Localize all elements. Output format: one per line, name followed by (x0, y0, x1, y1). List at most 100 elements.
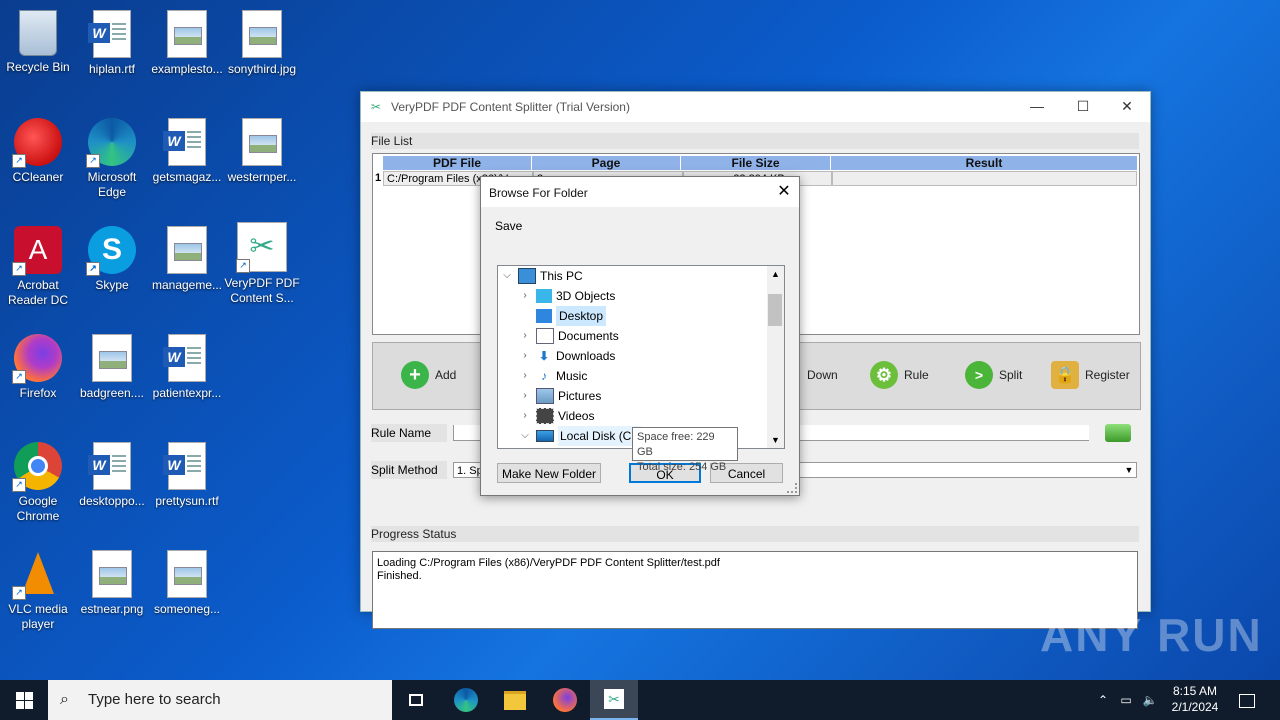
browse-folder-icon[interactable] (1105, 424, 1131, 442)
tree-item-local-disk[interactable]: ⌵ Local Disk (C:) (518, 426, 641, 446)
tree-item-desktop[interactable]: Desktop (518, 306, 607, 326)
file-list-label: File List (371, 133, 1139, 149)
desktop-icon-badgreen[interactable]: badgreen.... (74, 334, 150, 401)
desktop-icon-recycle-bin[interactable]: Recycle Bin (0, 10, 76, 75)
dialog-title-bar[interactable]: Browse For Folder ✕ (481, 177, 799, 207)
chevron-down-icon[interactable]: ⌵ (500, 266, 514, 286)
taskbar-file-explorer[interactable] (491, 680, 539, 720)
column-header-page[interactable]: Page (532, 156, 681, 170)
scroll-up-icon[interactable]: ▲ (767, 266, 784, 282)
volume-icon[interactable]: 🔈 (1140, 680, 1160, 720)
clock-date: 2/1/2024 (1171, 700, 1219, 714)
taskbar-firefox[interactable] (541, 680, 589, 720)
chrome-icon: ↗ (12, 442, 62, 492)
desktop-folder-icon (536, 309, 552, 323)
tree-scrollbar[interactable]: ▲ ▼ (767, 266, 784, 448)
word-document-icon: W (163, 118, 211, 166)
desktop-icon-chrome[interactable]: ↗ Google Chrome (0, 442, 76, 524)
tree-item-music[interactable]: › ♪ Music (518, 366, 587, 386)
desktop-icon-acrobat[interactable]: A ↗ Acrobat Reader DC (0, 226, 76, 308)
anyrun-watermark: ANY RUN (1040, 609, 1263, 661)
word-document-icon: W (88, 442, 136, 490)
desktop-icon-edge[interactable]: ↗ Microsoft Edge (74, 118, 150, 200)
computer-icon (518, 268, 536, 284)
tree-item-documents[interactable]: › Documents (518, 326, 619, 346)
chevron-right-icon[interactable]: › (518, 366, 532, 386)
column-header-pdf-file[interactable]: PDF File (383, 156, 532, 170)
dialog-title: Browse For Folder (489, 186, 588, 200)
desktop-icon-manageme[interactable]: manageme... (149, 226, 225, 293)
tree-item-this-pc[interactable]: ⌵ This PC (500, 266, 583, 286)
chevron-right-icon[interactable]: › (518, 386, 532, 406)
taskbar-edge[interactable] (442, 680, 490, 720)
shortcut-arrow-icon: ↗ (12, 586, 26, 600)
shortcut-arrow-icon: ↗ (86, 262, 100, 276)
tree-item-downloads[interactable]: › ⬇ Downloads (518, 346, 615, 366)
resize-grip-icon[interactable] (787, 483, 797, 493)
rule-button[interactable]: ⚙ Rule (870, 359, 929, 391)
add-button[interactable]: + Add (401, 359, 456, 391)
network-icon[interactable]: ▭ (1116, 680, 1136, 720)
down-button[interactable]: Down (807, 359, 838, 391)
dialog-close-button[interactable]: ✕ (773, 181, 795, 203)
folder-icon (504, 690, 526, 710)
register-button[interactable]: 🔒 Register (1051, 359, 1130, 391)
desktop-icon-vlc[interactable]: ↗ VLC media player (0, 550, 76, 632)
chevron-down-icon[interactable]: ⌵ (518, 426, 532, 446)
shortcut-arrow-icon: ↗ (236, 259, 250, 273)
minimize-button[interactable]: — (1014, 92, 1060, 122)
verypdf-splitter-icon: ✂ (604, 689, 624, 709)
tree-item-3d-objects[interactable]: › 3D Objects (518, 286, 615, 306)
desktop-icon-desktoppo[interactable]: W desktoppo... (74, 442, 150, 509)
chevron-right-icon[interactable]: › (518, 326, 532, 346)
tree-item-pictures[interactable]: › Pictures (518, 386, 601, 406)
desktop-icon-sonythird[interactable]: sonythird.jpg (224, 10, 300, 77)
make-new-folder-button[interactable]: Make New Folder (497, 463, 601, 483)
log-line: Finished. (377, 570, 422, 582)
chevron-right-icon[interactable]: › (518, 286, 532, 306)
desktop-icon-prettysun[interactable]: W prettysun.rtf (149, 442, 225, 509)
taskbar-verypdf[interactable]: ✂ (590, 680, 638, 720)
desktop-icon-estnear[interactable]: estnear.png (74, 550, 150, 617)
title-bar[interactable]: ✂ VeryPDF PDF Content Splitter (Trial Ve… (361, 92, 1150, 122)
desktop-icon-skype[interactable]: S ↗ Skype (74, 226, 150, 293)
desktop-icon-examplesto[interactable]: examplesto... (149, 10, 225, 77)
rule-name-label: Rule Name (371, 424, 447, 442)
image-file-icon (238, 10, 286, 58)
image-file-icon (163, 10, 211, 58)
taskbar-search-box[interactable]: ⌕ Type here to search (48, 680, 392, 720)
desktop-icon-someoneg[interactable]: someoneg... (149, 550, 225, 617)
column-header-result[interactable]: Result (831, 156, 1138, 170)
task-view-icon (409, 694, 423, 706)
maximize-button[interactable]: ☐ (1060, 92, 1106, 122)
desktop-icon-westernper[interactable]: westernper... (224, 118, 300, 185)
cube-icon (536, 289, 552, 303)
chevron-down-icon[interactable]: ▼ (1123, 463, 1135, 477)
progress-log: Loading C:/Program Files (x86)/VeryPDF P… (372, 551, 1138, 629)
close-button[interactable]: ✕ (1104, 92, 1150, 122)
dialog-prompt: Save (495, 219, 523, 233)
split-button[interactable]: > Split (965, 359, 1022, 391)
start-button[interactable] (0, 680, 48, 720)
desktop-icon-firefox[interactable]: ↗ Firefox (0, 334, 76, 401)
download-arrow-icon: ⬇ (538, 349, 550, 363)
table-row-result[interactable] (832, 171, 1137, 186)
desktop-icon-ccleaner[interactable]: ↗ CCleaner (0, 118, 76, 185)
clock[interactable]: 8:15 AM 2/1/2024 (1164, 680, 1226, 720)
chevron-right-icon[interactable]: › (518, 406, 532, 426)
desktop-icon-hiplan[interactable]: W hiplan.rtf (74, 10, 150, 77)
folder-tree[interactable]: ⌵ This PC › 3D Objects Desktop › Documen… (497, 265, 785, 449)
task-view-button[interactable] (392, 680, 440, 720)
scroll-down-icon[interactable]: ▼ (767, 432, 784, 448)
scroll-thumb[interactable] (768, 294, 782, 326)
tree-item-videos[interactable]: › Videos (518, 406, 594, 426)
column-header-file-size[interactable]: File Size (681, 156, 831, 170)
chevron-up-icon[interactable]: ⌃ (1094, 680, 1112, 720)
desktop-icon-patientexpr[interactable]: W patientexpr... (149, 334, 225, 401)
notification-button[interactable] (1232, 680, 1262, 720)
desktop-icon-verypdf[interactable]: ✂ ↗ VeryPDF PDF Content S... (224, 222, 300, 306)
image-file-icon (88, 550, 136, 598)
chevron-right-icon[interactable]: › (518, 346, 532, 366)
ccleaner-icon: ↗ (12, 118, 62, 168)
desktop-icon-getsmagaz[interactable]: W getsmagaz... (149, 118, 225, 185)
